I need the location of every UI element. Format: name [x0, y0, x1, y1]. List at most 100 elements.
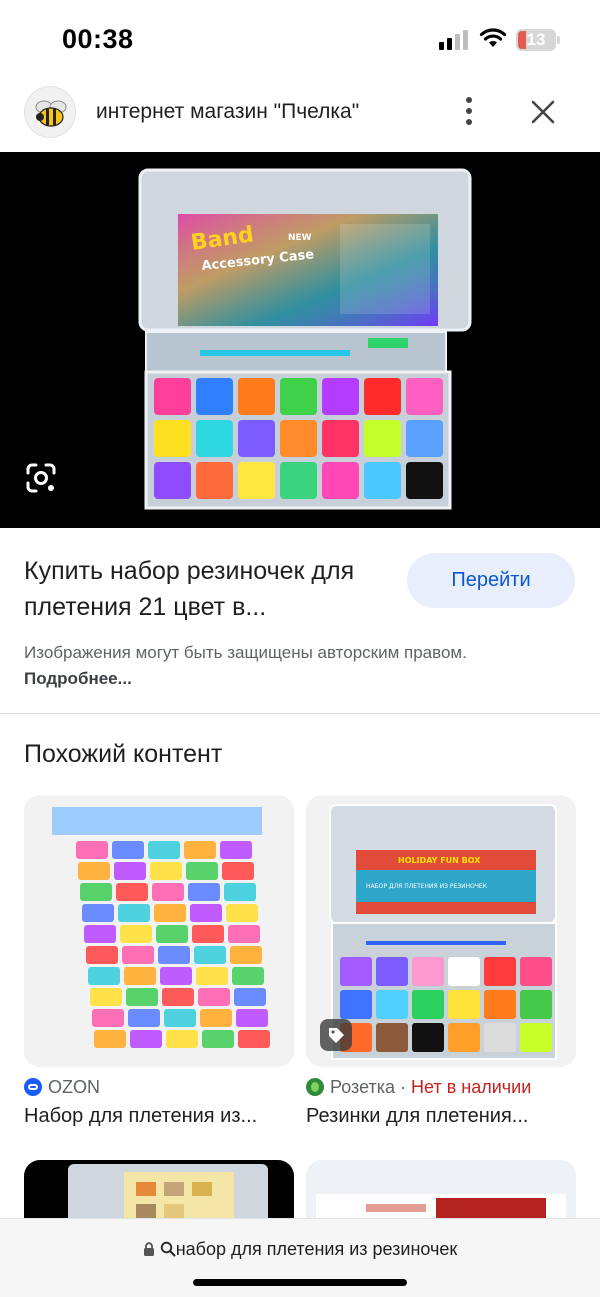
- band-compartment: [122, 946, 154, 964]
- card-title[interactable]: Резинки для плетения...: [306, 1105, 528, 1128]
- card-source-name: Розетка: [330, 1077, 396, 1097]
- signal-icon: [439, 30, 468, 50]
- rozetka-logo-icon: [306, 1078, 324, 1096]
- similar-card-image[interactable]: HOLIDAY FUN BOX НАБОР ДЛЯ ПЛЕТЕНИЯ ИЗ РЕ…: [306, 795, 576, 1067]
- band-compartment: [90, 988, 122, 1006]
- band-compartment: [156, 925, 188, 943]
- lock-icon: [143, 1242, 154, 1256]
- more-vert-icon[interactable]: [454, 94, 484, 128]
- band-compartment: [76, 841, 108, 859]
- close-icon[interactable]: [527, 96, 559, 128]
- band-compartment: [166, 1030, 198, 1048]
- band-compartment: [340, 957, 372, 986]
- card-title[interactable]: Набор для плетения из...: [24, 1105, 257, 1128]
- band-compartment: [412, 1023, 444, 1052]
- ozon-logo-icon: [24, 1078, 42, 1096]
- band-compartment: [186, 862, 218, 880]
- band-compartment: [128, 1009, 160, 1027]
- google-lens-icon[interactable]: [24, 461, 58, 495]
- band-compartment: [412, 990, 444, 1019]
- band-compartment: [196, 420, 233, 457]
- wifi-icon: [479, 28, 507, 47]
- band-compartment: [484, 957, 516, 986]
- card-source-name: OZON: [48, 1077, 100, 1097]
- band-compartment: [238, 420, 275, 457]
- band-compartment: [364, 420, 401, 457]
- band-compartment: [114, 862, 146, 880]
- band-compartment: [224, 883, 256, 901]
- band-compartment: [116, 883, 148, 901]
- band-compartment: [88, 967, 120, 985]
- battery-indicator: 13: [516, 29, 560, 51]
- band-compartment: [230, 946, 262, 964]
- band-compartment: [124, 967, 156, 985]
- source-header: интернет магазин "Пчелка": [0, 80, 600, 152]
- similar-card-image[interactable]: [24, 795, 294, 1067]
- band-compartment: [120, 925, 152, 943]
- band-compartment: [520, 957, 552, 986]
- band-compartment: [154, 378, 191, 415]
- band-compartment: [86, 946, 118, 964]
- band-compartment: [236, 1009, 268, 1027]
- status-time: 00:38: [62, 24, 134, 54]
- main-product-image[interactable]: Band NEW Accessory Case: [0, 152, 600, 528]
- band-compartment: [196, 378, 233, 415]
- band-compartment: [322, 420, 359, 457]
- card-source: Розетка · Нет в наличии: [306, 1077, 531, 1098]
- band-compartment: [322, 378, 359, 415]
- copyright-notice: Изображения могут быть защищены авторски…: [24, 640, 544, 692]
- source-separator: ·: [400, 1077, 407, 1097]
- band-compartment: [322, 462, 359, 499]
- similar-heading: Похожий контент: [24, 740, 223, 768]
- band-compartment: [406, 378, 443, 415]
- bee-logo-icon[interactable]: [24, 86, 76, 138]
- band-compartment: [130, 1030, 162, 1048]
- band-compartment: [190, 904, 222, 922]
- card-source: OZON: [24, 1077, 100, 1098]
- band-compartment: [484, 990, 516, 1019]
- band-compartment: [228, 925, 260, 943]
- site-name[interactable]: интернет магазин "Пчелка": [96, 100, 359, 124]
- url-row[interactable]: набор для плетения из резиночек: [0, 1239, 600, 1260]
- band-compartment: [448, 957, 480, 986]
- band-compartment: [234, 988, 266, 1006]
- band-compartment: [158, 946, 190, 964]
- battery-level-text: 13: [526, 30, 546, 49]
- band-compartment: [280, 378, 317, 415]
- band-compartment: [448, 1023, 480, 1052]
- box-holiday-text: HOLIDAY FUN BOX: [398, 856, 481, 865]
- band-compartment: [376, 957, 408, 986]
- home-indicator[interactable]: [193, 1279, 407, 1286]
- band-compartment: [194, 946, 226, 964]
- band-compartment: [192, 925, 224, 943]
- band-compartment: [152, 883, 184, 901]
- band-compartment: [200, 1009, 232, 1027]
- band-compartment: [280, 420, 317, 457]
- band-compartment: [80, 883, 112, 901]
- band-compartment: [238, 378, 275, 415]
- price-tag-icon[interactable]: [320, 1019, 352, 1051]
- band-compartment: [94, 1030, 126, 1048]
- band-compartment: [82, 904, 114, 922]
- band-compartment: [484, 1023, 516, 1052]
- band-compartment: [280, 462, 317, 499]
- band-compartment: [78, 862, 110, 880]
- band-compartment: [226, 904, 258, 922]
- band-compartment: [196, 967, 228, 985]
- result-title[interactable]: Купить набор резиночек для плетения 21 ц…: [24, 553, 384, 625]
- band-compartment: [448, 990, 480, 1019]
- bottom-url-bar[interactable]: набор для плетения из резиночек: [0, 1218, 600, 1297]
- band-compartment: [160, 967, 192, 985]
- band-compartment: [220, 841, 252, 859]
- availability-status: Нет в наличии: [411, 1077, 532, 1097]
- band-compartment: [154, 904, 186, 922]
- band-compartment: [164, 1009, 196, 1027]
- band-compartment: [340, 990, 372, 1019]
- band-compartment: [364, 378, 401, 415]
- band-compartment: [154, 420, 191, 457]
- learn-more-link[interactable]: Подробнее...: [24, 669, 132, 688]
- visit-button[interactable]: Перейти: [407, 553, 575, 608]
- url-text: набор для плетения из резиночек: [175, 1239, 458, 1259]
- box-subtitle-text: НАБОР ДЛЯ ПЛЕТЕНИЯ ИЗ РЕЗИНОЧЕК: [366, 883, 488, 890]
- organizer-box-illustration: Band NEW Accessory Case: [138, 168, 472, 510]
